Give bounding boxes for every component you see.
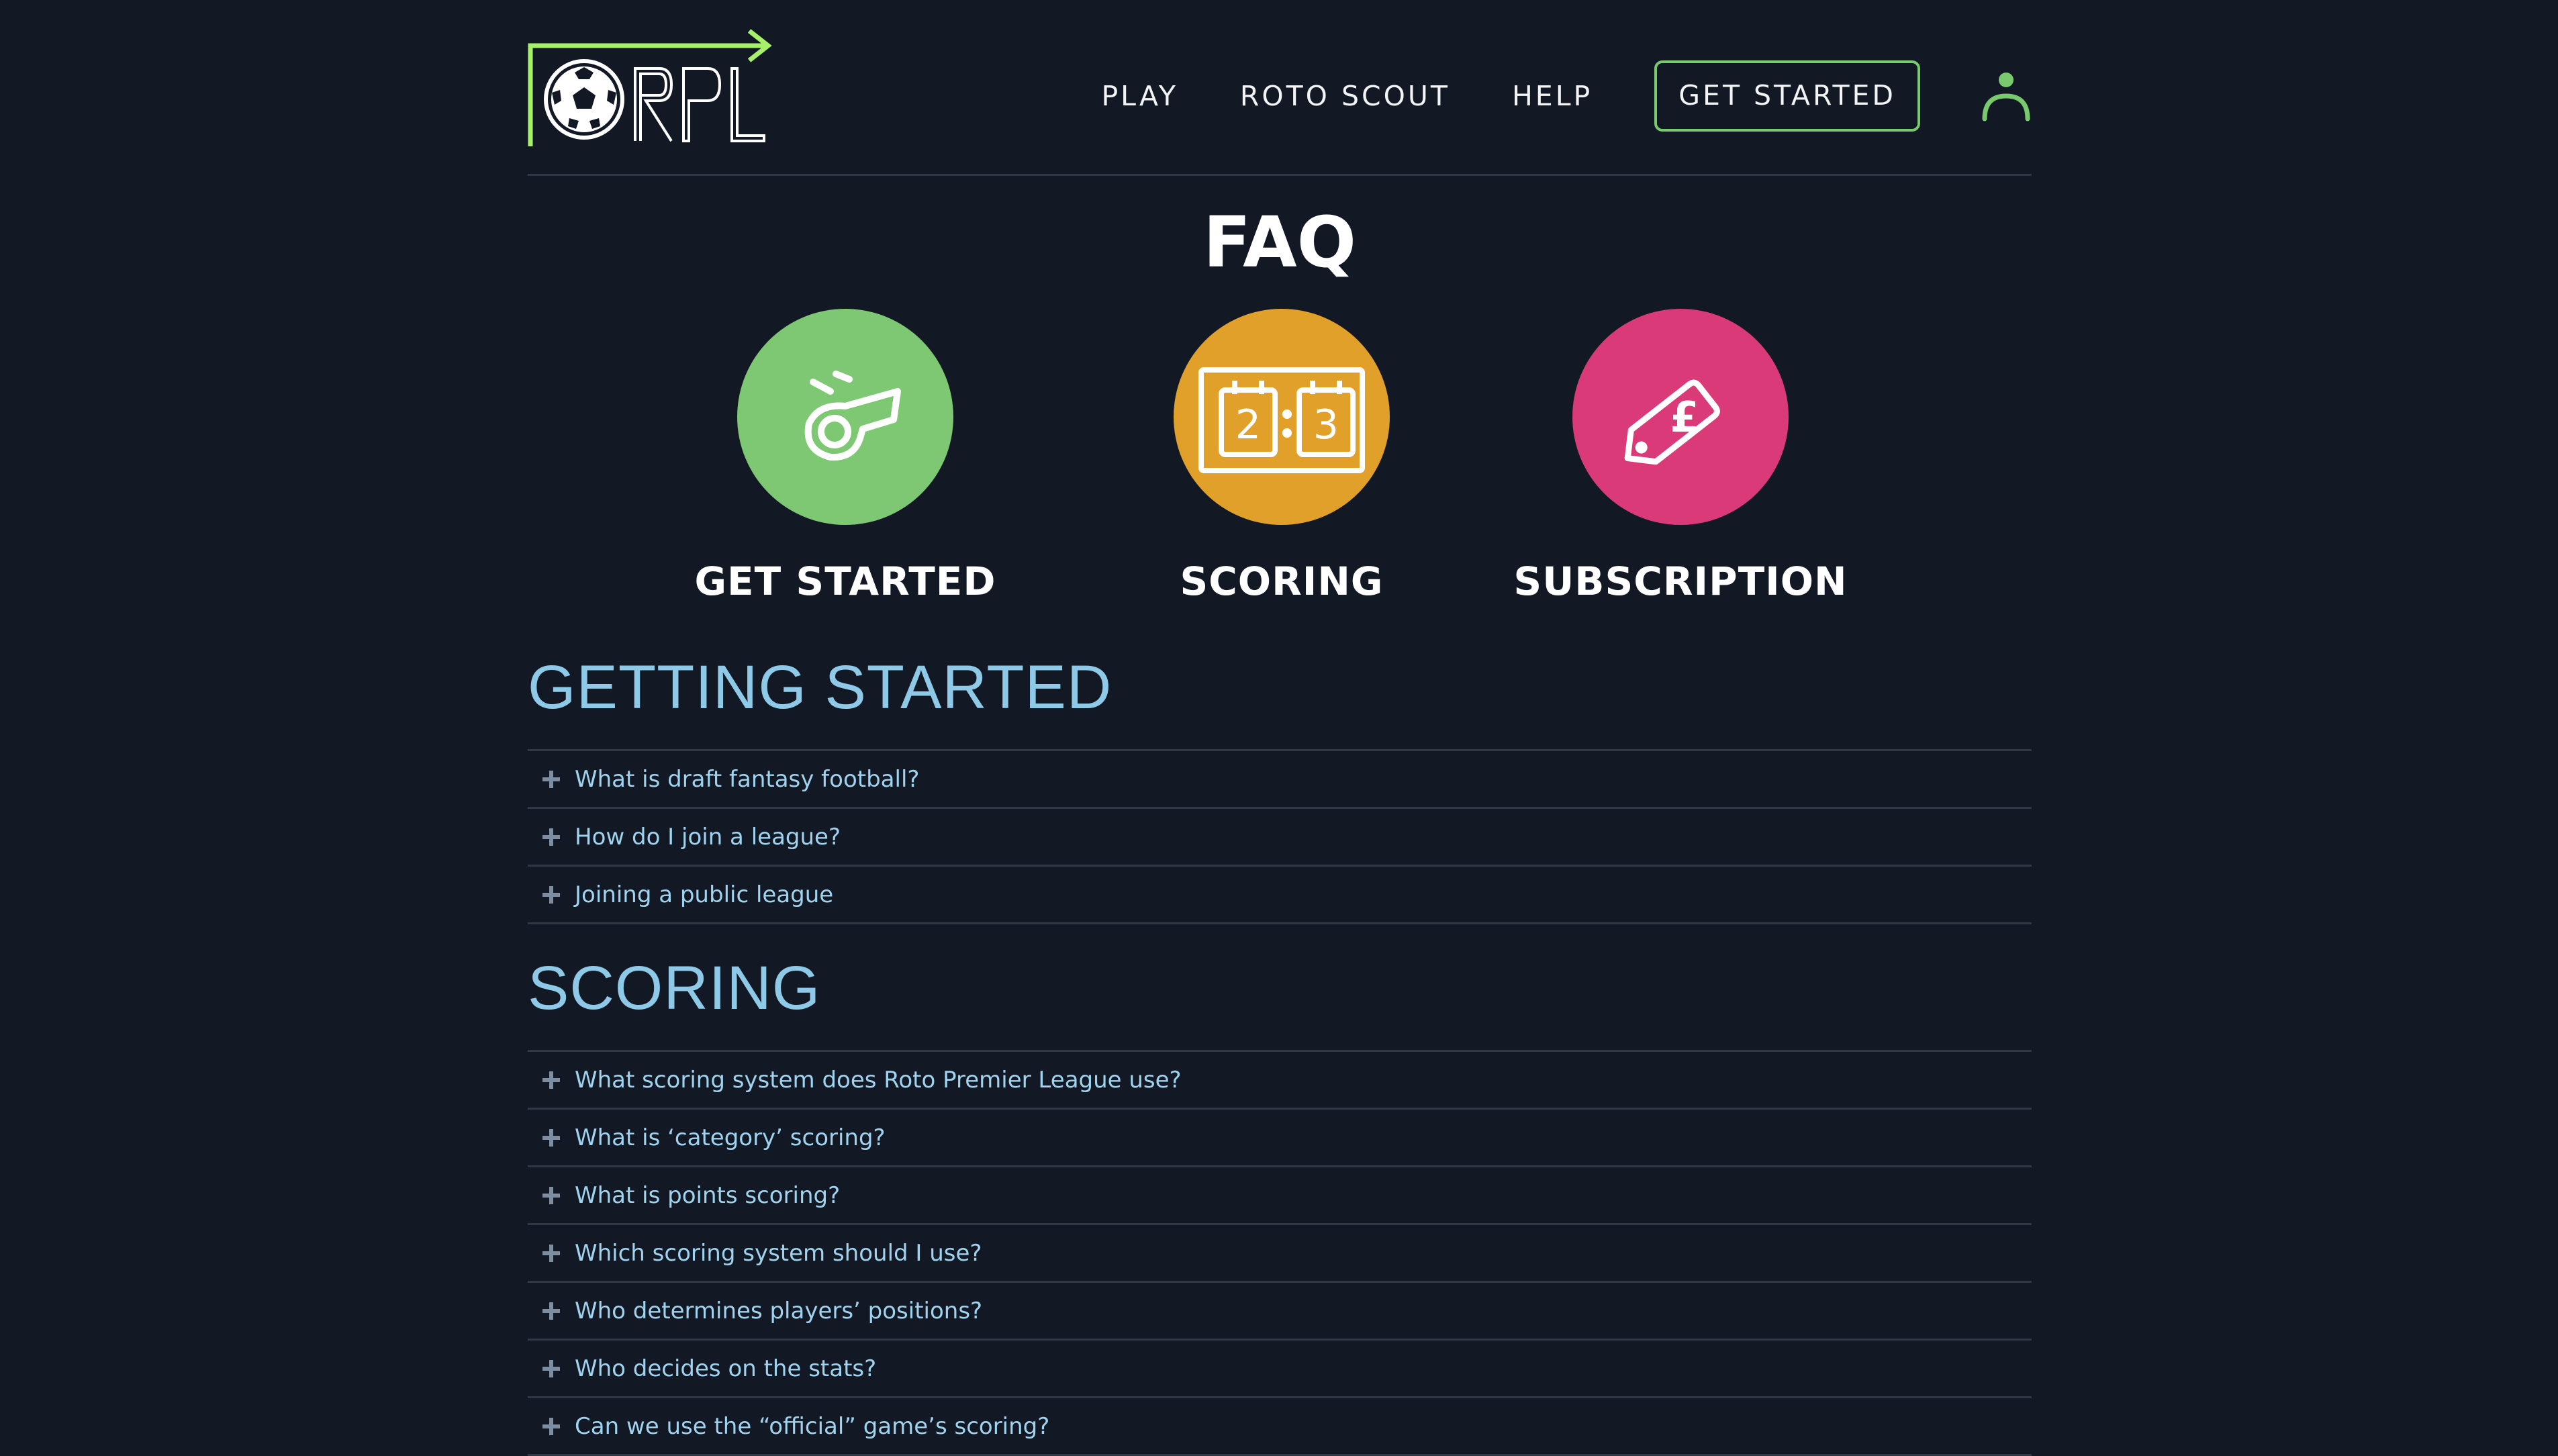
faq-item[interactable]: What scoring system does Roto Premier Le… <box>528 1052 2032 1110</box>
faq-item[interactable]: Who decides on the stats? <box>528 1341 2032 1398</box>
section-heading-scoring: SCORING <box>528 954 821 1022</box>
category-circle: £ <box>1572 309 1789 525</box>
page-title: FAQ <box>1202 201 1356 283</box>
rpl-logo[interactable] <box>528 26 776 149</box>
expand-plus-icon <box>542 1128 560 1147</box>
faq-question: Can we use the “official” game’s scoring… <box>575 1412 1050 1440</box>
faq-item[interactable]: What is draft fantasy football? <box>528 751 2032 809</box>
main-nav: PLAY ROTO SCOUT HELP GET STARTED <box>1101 60 2032 132</box>
home-score: 2 <box>1235 401 1261 448</box>
currency-symbol: £ <box>1670 393 1699 442</box>
expand-plus-icon <box>542 1071 560 1089</box>
faq-item[interactable]: What is points scoring? <box>528 1167 2032 1225</box>
expand-plus-icon <box>542 1302 560 1320</box>
whistle-icon <box>804 371 901 461</box>
price-tag-icon: £ <box>1624 379 1720 465</box>
section-heading-getting-started: GETTING STARTED <box>528 653 1112 722</box>
category-circle: 2 3 <box>1174 309 1390 525</box>
category-label: SCORING <box>1180 559 1384 604</box>
category-subscription[interactable]: £ SUBSCRIPTION <box>1479 309 1882 604</box>
faq-question: What is points scoring? <box>575 1181 841 1209</box>
faq-list-scoring: What scoring system does Roto Premier Le… <box>528 1050 2032 1456</box>
faq-item[interactable]: Who determines players’ positions? <box>528 1283 2032 1341</box>
expand-plus-icon <box>542 1359 560 1377</box>
faq-question: What is ‘category’ scoring? <box>575 1124 886 1151</box>
faq-item[interactable]: Joining a public league <box>528 867 2032 924</box>
nav-link-roto-scout[interactable]: ROTO SCOUT <box>1240 80 1450 112</box>
expand-plus-icon <box>542 1244 560 1262</box>
faq-question: What scoring system does Roto Premier Le… <box>575 1066 1182 1094</box>
faq-item[interactable]: What is ‘category’ scoring? <box>528 1110 2032 1167</box>
category-get-started[interactable]: GET STARTED <box>644 309 1047 604</box>
nav-link-help[interactable]: HELP <box>1512 80 1593 112</box>
category-label: SUBSCRIPTION <box>1513 559 1848 604</box>
faq-question: Which scoring system should I use? <box>575 1239 982 1267</box>
expand-plus-icon <box>542 885 560 904</box>
site-header: PLAY ROTO SCOUT HELP GET STARTED <box>528 0 2032 176</box>
category-label: GET STARTED <box>694 559 996 604</box>
page-container: PLAY ROTO SCOUT HELP GET STARTED FAQ GET… <box>528 0 2032 1456</box>
football-icon <box>544 59 624 140</box>
expand-plus-icon <box>542 770 560 788</box>
expand-plus-icon <box>542 828 560 846</box>
faq-item[interactable]: Which scoring system should I use? <box>528 1225 2032 1283</box>
faq-list-getting-started: What is draft fantasy football? How do I… <box>528 749 2032 924</box>
faq-question: Who decides on the stats? <box>575 1355 877 1382</box>
faq-item[interactable]: Can we use the “official” game’s scoring… <box>528 1398 2032 1456</box>
faq-question: Joining a public league <box>575 881 834 908</box>
user-account-icon[interactable] <box>1981 70 2032 122</box>
scoreboard-icon: 2 3 <box>1198 367 1365 473</box>
faq-question: How do I join a league? <box>575 823 841 851</box>
nav-link-play[interactable]: PLAY <box>1101 80 1178 112</box>
faq-categories: GET STARTED 2 3 SCORING £ SUBSCRIPTION <box>528 309 2032 618</box>
category-circle <box>737 309 953 525</box>
category-scoring[interactable]: 2 3 SCORING <box>1080 309 1483 604</box>
faq-item[interactable]: How do I join a league? <box>528 809 2032 867</box>
faq-question: What is draft fantasy football? <box>575 765 920 793</box>
expand-plus-icon <box>542 1417 560 1435</box>
away-score: 3 <box>1313 401 1339 448</box>
expand-plus-icon <box>542 1186 560 1204</box>
get-started-button[interactable]: GET STARTED <box>1654 60 1920 132</box>
faq-question: Who determines players’ positions? <box>575 1297 983 1324</box>
